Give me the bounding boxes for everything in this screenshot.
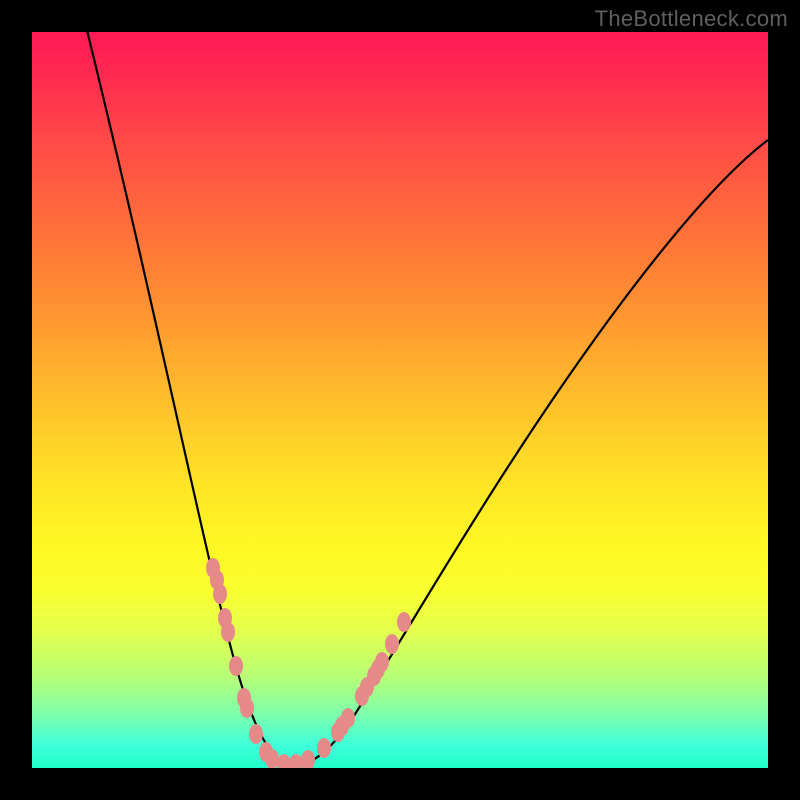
- bottleneck-curve: [80, 32, 768, 765]
- data-marker: [385, 634, 399, 654]
- data-marker: [277, 754, 291, 768]
- data-marker: [249, 724, 263, 744]
- data-marker: [289, 754, 303, 768]
- data-marker: [371, 659, 385, 679]
- data-marker: [360, 677, 374, 697]
- marker-group: [206, 558, 411, 768]
- curve-layer: [32, 32, 768, 768]
- data-marker: [229, 656, 243, 676]
- chart-plot-area: [32, 32, 768, 768]
- data-marker: [221, 622, 235, 642]
- data-marker: [301, 750, 315, 768]
- data-marker: [213, 584, 227, 604]
- data-marker: [240, 698, 254, 718]
- data-marker: [335, 716, 349, 736]
- data-marker: [397, 612, 411, 632]
- data-marker: [317, 738, 331, 758]
- watermark-text: TheBottleneck.com: [595, 6, 788, 32]
